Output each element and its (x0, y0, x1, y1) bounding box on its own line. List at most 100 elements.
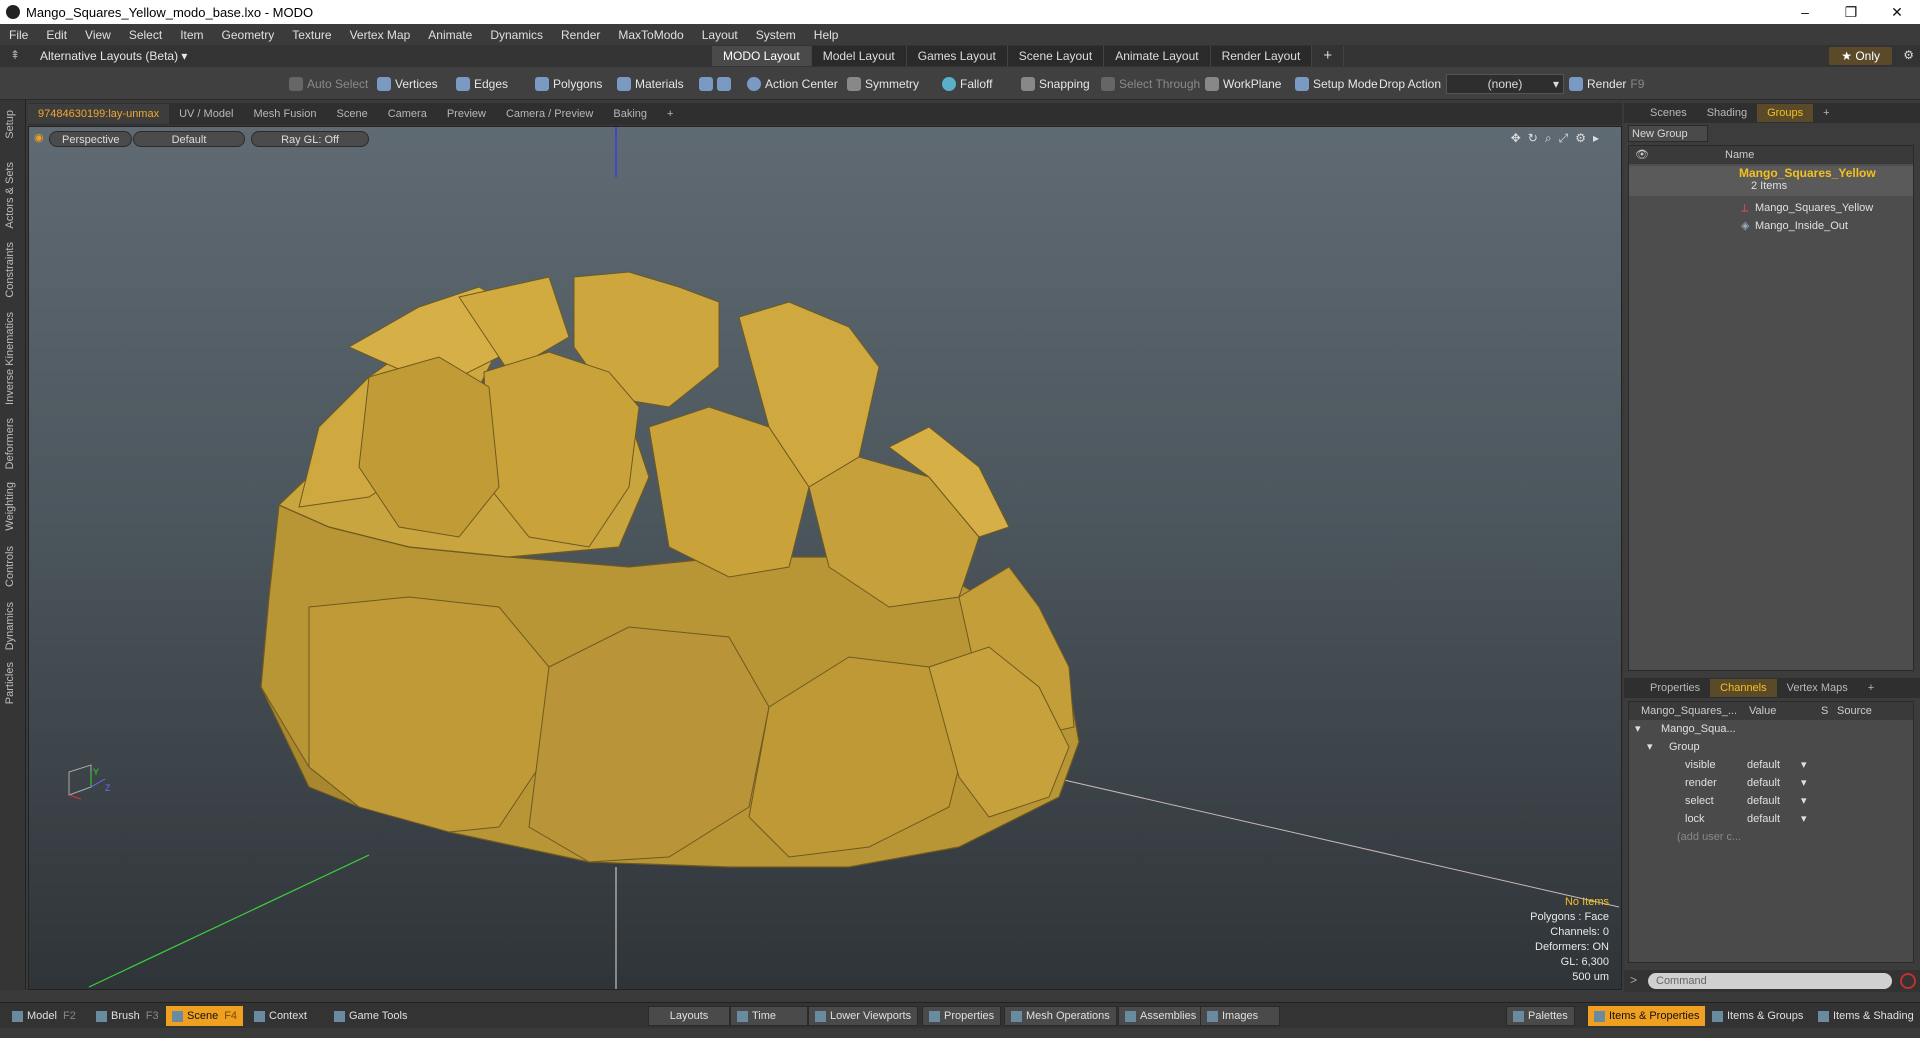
context-button[interactable]: Context (248, 1006, 313, 1026)
items-shading-button[interactable]: Items & Shading (1812, 1006, 1920, 1026)
tab-lay-unmax[interactable]: 97484630199:lay-unmax (28, 104, 170, 124)
menu-system[interactable]: System (747, 28, 805, 42)
properties-button[interactable]: Properties (922, 1006, 1002, 1026)
auto-select-button[interactable]: Auto Select (284, 74, 373, 94)
layouts-button[interactable]: Layouts (648, 1006, 730, 1026)
brush-button[interactable]: Brush F3 (90, 1006, 165, 1026)
menu-view[interactable]: View (76, 28, 120, 42)
tab-scene-layout[interactable]: Scene Layout (1007, 46, 1105, 66)
vertices-button[interactable]: Vertices (372, 74, 443, 94)
tab-model-layout[interactable]: Model Layout (811, 46, 907, 66)
channel-row-lock[interactable]: lock default ▾ (1629, 810, 1913, 828)
chevron-down-icon[interactable]: ▾ (1801, 810, 1807, 828)
command-input[interactable]: Command (1648, 973, 1892, 989)
tab-shading[interactable]: Shading (1697, 104, 1757, 122)
menu-texture[interactable]: Texture (283, 28, 340, 42)
menu-render[interactable]: Render (552, 28, 609, 42)
add-tab-button[interactable]: + (657, 104, 683, 124)
menu-edit[interactable]: Edit (37, 28, 76, 42)
menu-help[interactable]: Help (805, 28, 848, 42)
tab-render-layout[interactable]: Render Layout (1210, 46, 1313, 66)
add-panel-tab-button[interactable]: + (1813, 104, 1839, 122)
stop-icon[interactable] (1900, 973, 1916, 989)
channel-value-select[interactable]: default (1747, 810, 1780, 828)
tab-modo-layout[interactable]: MODO Layout (712, 46, 812, 66)
workplane-button[interactable]: WorkPlane (1200, 74, 1286, 94)
items-groups-button[interactable]: Items & Groups (1706, 1006, 1809, 1026)
mesh-operations-button[interactable]: Mesh Operations (1004, 1006, 1117, 1026)
snapping-button[interactable]: Snapping (1016, 74, 1095, 94)
tab-camera[interactable]: Camera (378, 104, 437, 124)
tab-properties[interactable]: Properties (1640, 679, 1710, 697)
3d-viewport[interactable]: ◉ Perspective Default Ray GL: Off ✥ ↻ ⌕ … (28, 126, 1622, 990)
tab-scenes[interactable]: Scenes (1640, 104, 1697, 122)
tab-actors-sets[interactable]: Actors & Sets (4, 162, 16, 229)
select-through-button[interactable]: Select Through (1096, 74, 1205, 94)
game-tools-button[interactable]: Game Tools (328, 1006, 414, 1026)
time-button[interactable]: Time (730, 1006, 808, 1026)
tab-constraints[interactable]: Constraints (4, 242, 16, 298)
menu-item[interactable]: Item (171, 28, 212, 42)
gear-icon[interactable]: ⚙ (1903, 48, 1914, 62)
tab-scene[interactable]: Scene (327, 104, 378, 124)
menu-dynamics[interactable]: Dynamics (481, 28, 552, 42)
expand-arrow-icon[interactable]: ▾ (1647, 738, 1653, 756)
setup-mode-button[interactable]: Setup Mode (1290, 74, 1383, 94)
images-button[interactable]: Images (1200, 1006, 1280, 1026)
new-group-button[interactable]: New Group (1628, 125, 1708, 142)
tab-baking[interactable]: Baking (603, 104, 657, 124)
tab-deformers[interactable]: Deformers (4, 418, 16, 469)
chevron-down-icon[interactable]: ▾ (1801, 792, 1807, 810)
edges-button[interactable]: Edges (451, 74, 513, 94)
palettes-button[interactable]: Palettes (1506, 1006, 1575, 1026)
tab-particles[interactable]: Particles (4, 662, 16, 704)
menu-select[interactable]: Select (120, 28, 171, 42)
channel-value-select[interactable]: default (1747, 756, 1780, 774)
tab-groups[interactable]: Groups (1757, 104, 1814, 122)
tab-setup[interactable]: Setup (4, 110, 16, 139)
assemblies-button[interactable]: Assemblies (1118, 1006, 1204, 1026)
tab-dynamics[interactable]: Dynamics (4, 602, 16, 650)
symmetry-button[interactable]: Symmetry (842, 74, 924, 94)
chevron-down-icon[interactable]: ▾ (1801, 756, 1807, 774)
add-channel-tab-button[interactable]: + (1858, 679, 1884, 697)
falloff-button[interactable]: Falloff (937, 74, 997, 94)
select-mode-icons[interactable] (694, 74, 736, 94)
tab-preview[interactable]: Preview (437, 104, 496, 124)
pin-icon[interactable]: ⇞ (10, 48, 20, 62)
tab-games-layout[interactable]: Games Layout (906, 46, 1008, 66)
tab-channels[interactable]: Channels (1710, 679, 1777, 697)
scene-button[interactable]: Scene F4 (166, 1006, 244, 1026)
tab-camera-preview[interactable]: Camera / Preview (496, 104, 603, 124)
model-button[interactable]: Model F2 (6, 1006, 82, 1026)
menu-maxtomodo[interactable]: MaxToModo (609, 28, 692, 42)
tab-inverse-kinematics[interactable]: Inverse Kinematics (4, 312, 16, 405)
menu-vertex-map[interactable]: Vertex Map (341, 28, 420, 42)
channel-row-visible[interactable]: visible default ▾ (1629, 756, 1913, 774)
menu-file[interactable]: File (0, 28, 37, 42)
maximize-button[interactable]: ❐ (1828, 4, 1874, 21)
channel-value-select[interactable]: default (1747, 774, 1780, 792)
tab-weighting[interactable]: Weighting (4, 482, 16, 531)
polygons-button[interactable]: Polygons (530, 74, 607, 94)
group-root-row[interactable]: Mango_Squares_Yellow 2 Items (1629, 166, 1913, 196)
items-properties-button[interactable]: Items & Properties (1588, 1006, 1706, 1026)
alternative-layouts-dropdown[interactable]: Alternative Layouts (Beta) ▾ (40, 49, 187, 63)
tab-vertex-maps[interactable]: Vertex Maps (1777, 679, 1858, 697)
chevron-down-icon[interactable]: ▾ (1801, 774, 1807, 792)
tab-controls[interactable]: Controls (4, 546, 16, 587)
drop-action-select[interactable]: (none) ▾ (1446, 74, 1564, 94)
render-button[interactable]: Render F9 (1564, 74, 1649, 94)
menu-geometry[interactable]: Geometry (213, 28, 284, 42)
menu-animate[interactable]: Animate (419, 28, 481, 42)
tab-mesh-fusion[interactable]: Mesh Fusion (244, 104, 327, 124)
minimize-button[interactable]: – (1782, 4, 1828, 21)
add-layout-button[interactable]: + (1312, 46, 1345, 66)
materials-button[interactable]: Materials (612, 74, 689, 94)
tab-uv-model[interactable]: UV / Model (169, 104, 243, 124)
menu-layout[interactable]: Layout (693, 28, 747, 42)
action-center-button[interactable]: Action Center (742, 74, 843, 94)
expand-arrow-icon[interactable]: ▾ (1635, 720, 1641, 738)
lower-viewports-button[interactable]: Lower Viewports (808, 1006, 919, 1026)
only-toggle[interactable]: ★ Only (1829, 47, 1892, 65)
